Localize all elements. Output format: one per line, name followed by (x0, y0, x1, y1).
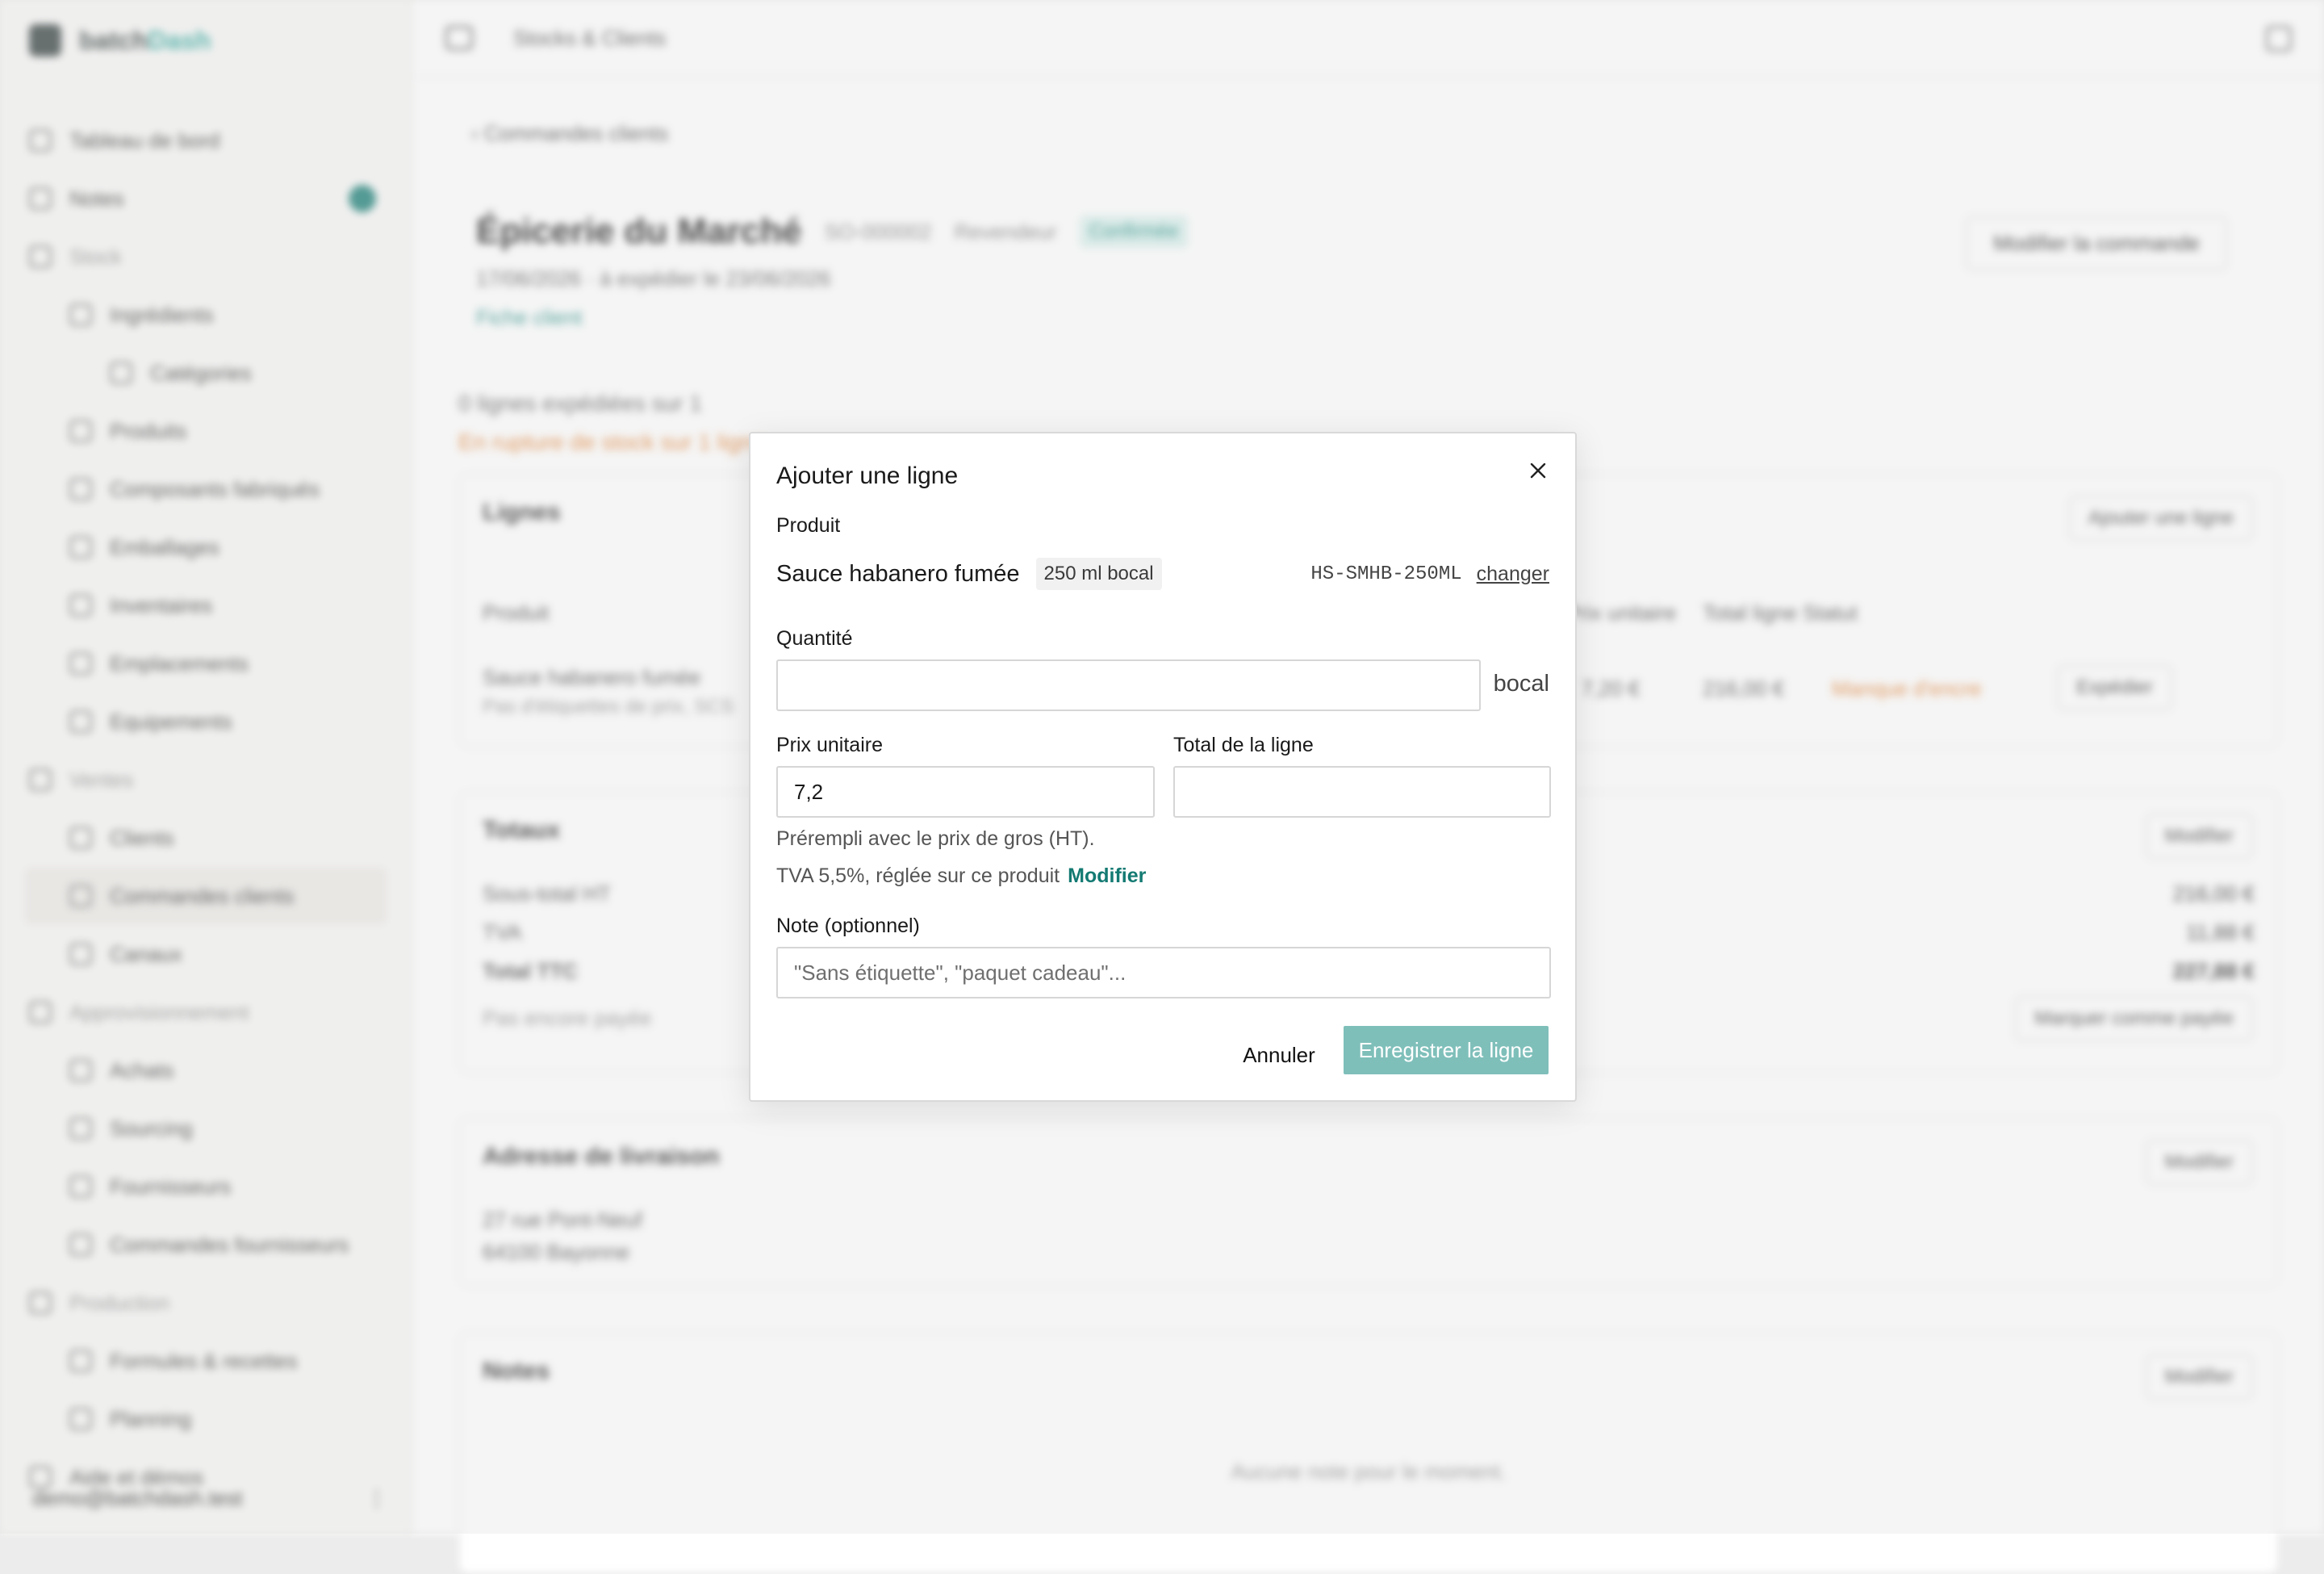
line-total-label: Total de la ligne (1173, 734, 1314, 757)
add-line-dialog: Ajouter une ligne Produit Sauce habanero… (749, 432, 1577, 1102)
product-summary: Sauce habanero fumée 250 ml bocal HS-SMH… (776, 556, 1549, 592)
unit-price-label: Prix unitaire (776, 734, 883, 757)
quantity-input[interactable] (776, 659, 1481, 711)
line-total-input[interactable] (1173, 766, 1551, 818)
product-label: Produit (776, 514, 840, 538)
note-input[interactable] (776, 947, 1551, 998)
tva-help-text: TVA 5,5%, réglée sur ce produit (776, 864, 1060, 887)
note-label: Note (optionnel) (776, 915, 920, 938)
tva-help-row: TVA 5,5%, réglée sur ce produit Modifier (776, 864, 1146, 888)
tva-modify-link[interactable]: Modifier (1068, 864, 1146, 887)
unit-price-input[interactable] (776, 766, 1155, 818)
cancel-button[interactable]: Annuler (1235, 1031, 1323, 1079)
product-name: Sauce habanero fumée (776, 561, 1020, 588)
quantity-label: Quantité (776, 627, 853, 651)
dialog-title: Ajouter une ligne (776, 463, 958, 490)
prefill-help-text: Prérempli avec le prix de gros (HT). (776, 827, 1095, 851)
product-pack-badge: 250 ml bocal (1036, 558, 1162, 590)
product-sku: HS-SMHB-250ML (1310, 563, 1461, 585)
save-line-button[interactable]: Enregistrer la ligne (1344, 1026, 1549, 1074)
close-icon[interactable] (1525, 458, 1551, 484)
quantity-unit: bocal (1494, 671, 1549, 697)
change-product-link[interactable]: changer (1477, 563, 1549, 586)
